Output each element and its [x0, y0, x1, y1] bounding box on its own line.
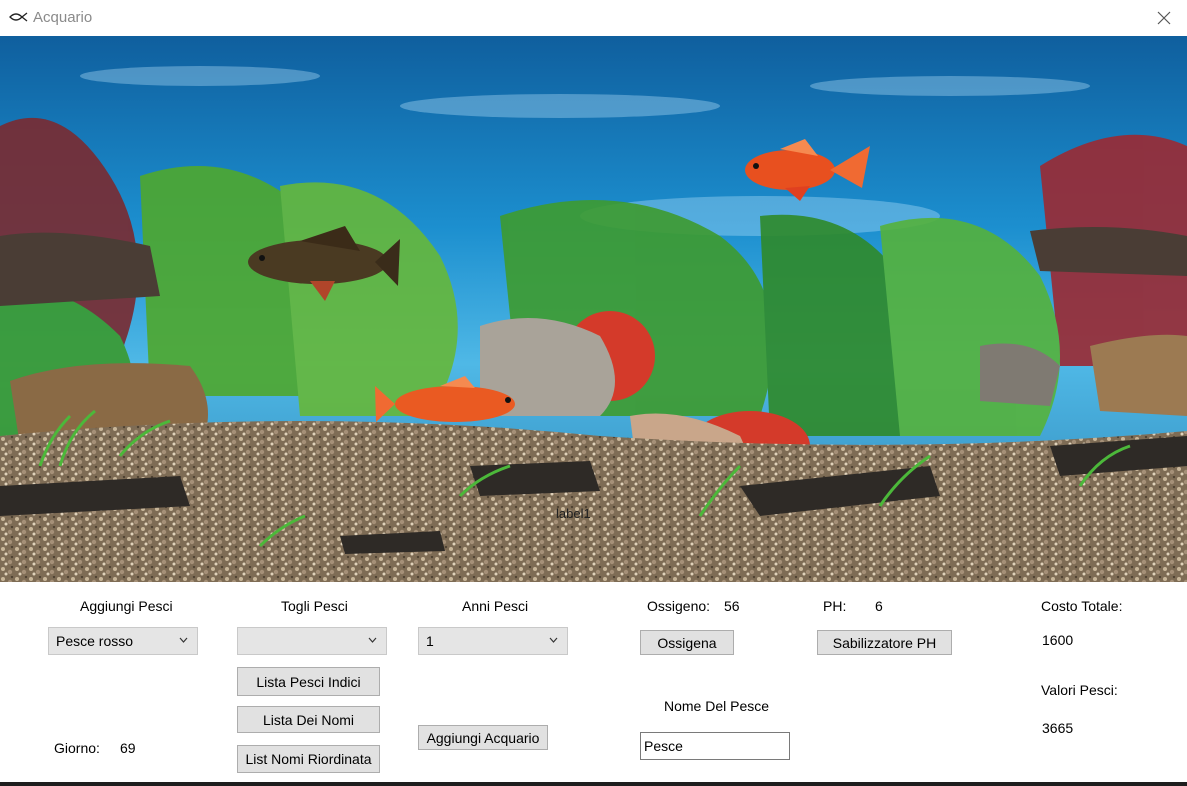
togli-pesci-label: Togli Pesci [281, 598, 348, 614]
aquarium-label: label1 [556, 506, 591, 521]
valori-pesci-label: Valori Pesci: [1041, 682, 1118, 698]
window-title: Acquario [33, 9, 93, 26]
nome-del-pesce-label: Nome Del Pesce [664, 698, 770, 714]
lista-pesci-indici-button[interactable]: Lista Pesci Indici [237, 667, 380, 696]
giorno-value: 69 [120, 740, 136, 756]
close-icon [1157, 11, 1171, 25]
anni-pesci-value: 1 [426, 633, 434, 649]
aggiungi-pesci-select[interactable]: Pesce rosso [48, 627, 198, 655]
chevron-down-icon [549, 637, 558, 643]
chevron-down-icon [179, 637, 188, 643]
anni-pesci-label: Anni Pesci [462, 598, 529, 614]
ossigeno-label: Ossigeno: [647, 598, 711, 614]
controls-panel: Aggiungi Pesci Pesce rosso Togli Pesci A… [0, 582, 1187, 786]
fish-icon [9, 12, 28, 22]
ossigeno-value: 56 [724, 598, 740, 614]
lista-dei-nomi-button[interactable]: Lista Dei Nomi [237, 706, 380, 733]
list-nomi-riordinata-button[interactable]: List Nomi Riordinata [237, 745, 380, 773]
costo-totale-label: Costo Totale: [1041, 598, 1123, 614]
stabilizzatore-ph-button[interactable]: Sabilizzatore PH [817, 630, 952, 655]
ph-label: PH: [823, 598, 847, 614]
aquarium-picture: label1 [0, 36, 1187, 582]
aggiungi-pesci-value: Pesce rosso [56, 633, 134, 649]
giorno-label: Giorno: [54, 740, 100, 756]
aggiungi-pesci-label: Aggiungi Pesci [80, 598, 173, 614]
chevron-down-icon [368, 637, 377, 643]
title-bar: Acquario [0, 0, 1187, 36]
anni-pesci-select[interactable]: 1 [418, 627, 568, 655]
ossigena-button[interactable]: Ossigena [640, 630, 734, 655]
costo-totale-value: 1600 [1042, 632, 1074, 648]
window-bottom-edge [0, 782, 1187, 786]
togli-pesci-select[interactable] [237, 627, 387, 655]
aggiungi-acquario-button[interactable]: Aggiungi Acquario [418, 725, 548, 750]
valori-pesci-value: 3665 [1042, 720, 1074, 736]
nome-pesce-input[interactable] [640, 732, 790, 760]
ph-value: 6 [875, 598, 883, 614]
close-button[interactable] [1141, 0, 1187, 36]
